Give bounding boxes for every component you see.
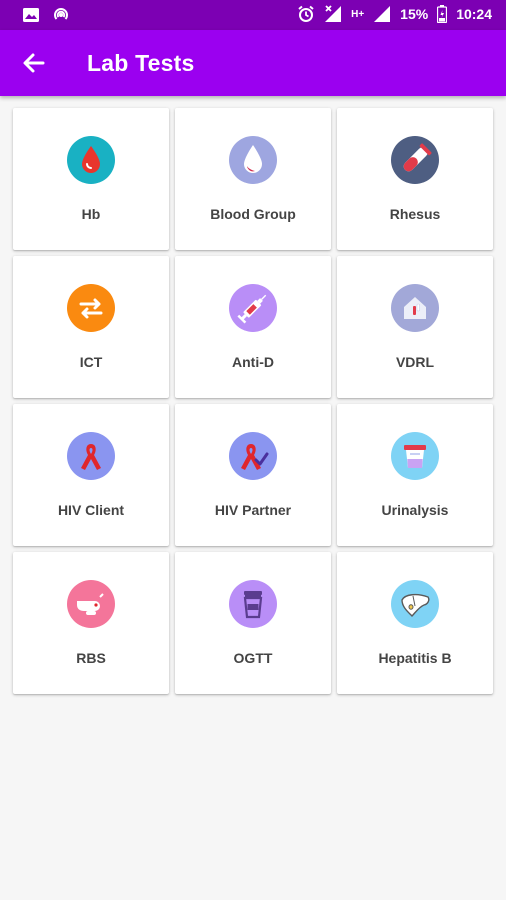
glucose-cup-icon bbox=[229, 580, 277, 628]
test-label: Urinalysis bbox=[381, 502, 449, 518]
syringe-icon bbox=[229, 284, 277, 332]
blood-drop-icon bbox=[67, 136, 115, 184]
test-label: Hb bbox=[81, 206, 101, 222]
test-label: VDRL bbox=[395, 354, 435, 370]
test-label: Rhesus bbox=[389, 206, 441, 222]
test-card-urinalysis[interactable]: Urinalysis bbox=[337, 404, 493, 546]
test-label: ICT bbox=[79, 354, 103, 370]
ribbon-check-icon bbox=[229, 432, 277, 480]
test-card-ogtt[interactable]: OGTT bbox=[175, 552, 331, 694]
urine-cup-icon bbox=[391, 432, 439, 480]
swap-arrows-icon bbox=[67, 284, 115, 332]
test-label: RBS bbox=[76, 650, 106, 666]
awareness-ribbon-icon bbox=[67, 432, 115, 480]
test-card-hiv-client[interactable]: HIV Client bbox=[13, 404, 169, 546]
test-card-anti-d[interactable]: Anti-D bbox=[175, 256, 331, 398]
test-card-vdrl[interactable]: VDRL bbox=[337, 256, 493, 398]
test-card-hiv-partner[interactable]: HIV Partner bbox=[175, 404, 331, 546]
test-label: HIV Client bbox=[57, 502, 125, 518]
test-label: Hepatitis B bbox=[378, 650, 452, 666]
blood-group-drop-icon bbox=[229, 136, 277, 184]
test-tube-icon bbox=[391, 136, 439, 184]
test-label: Anti-D bbox=[232, 354, 274, 370]
test-card-hb[interactable]: Hb bbox=[13, 108, 169, 250]
test-card-ict[interactable]: ICT bbox=[13, 256, 169, 398]
test-label: OGTT bbox=[233, 650, 273, 666]
test-label: HIV Partner bbox=[214, 502, 292, 518]
test-card-rhesus[interactable]: Rhesus bbox=[337, 108, 493, 250]
house-test-icon bbox=[391, 284, 439, 332]
test-card-blood-group[interactable]: Blood Group bbox=[175, 108, 331, 250]
test-card-rbs[interactable]: RBS bbox=[13, 552, 169, 694]
finger-prick-icon bbox=[67, 580, 115, 628]
liver-icon bbox=[391, 580, 439, 628]
test-label: Blood Group bbox=[210, 206, 296, 222]
test-card-hepatitis-b[interactable]: Hepatitis B bbox=[337, 552, 493, 694]
lab-tests-grid: Hb Blood Group Rhesus ICT Anti-D VDRL HI… bbox=[0, 0, 506, 900]
